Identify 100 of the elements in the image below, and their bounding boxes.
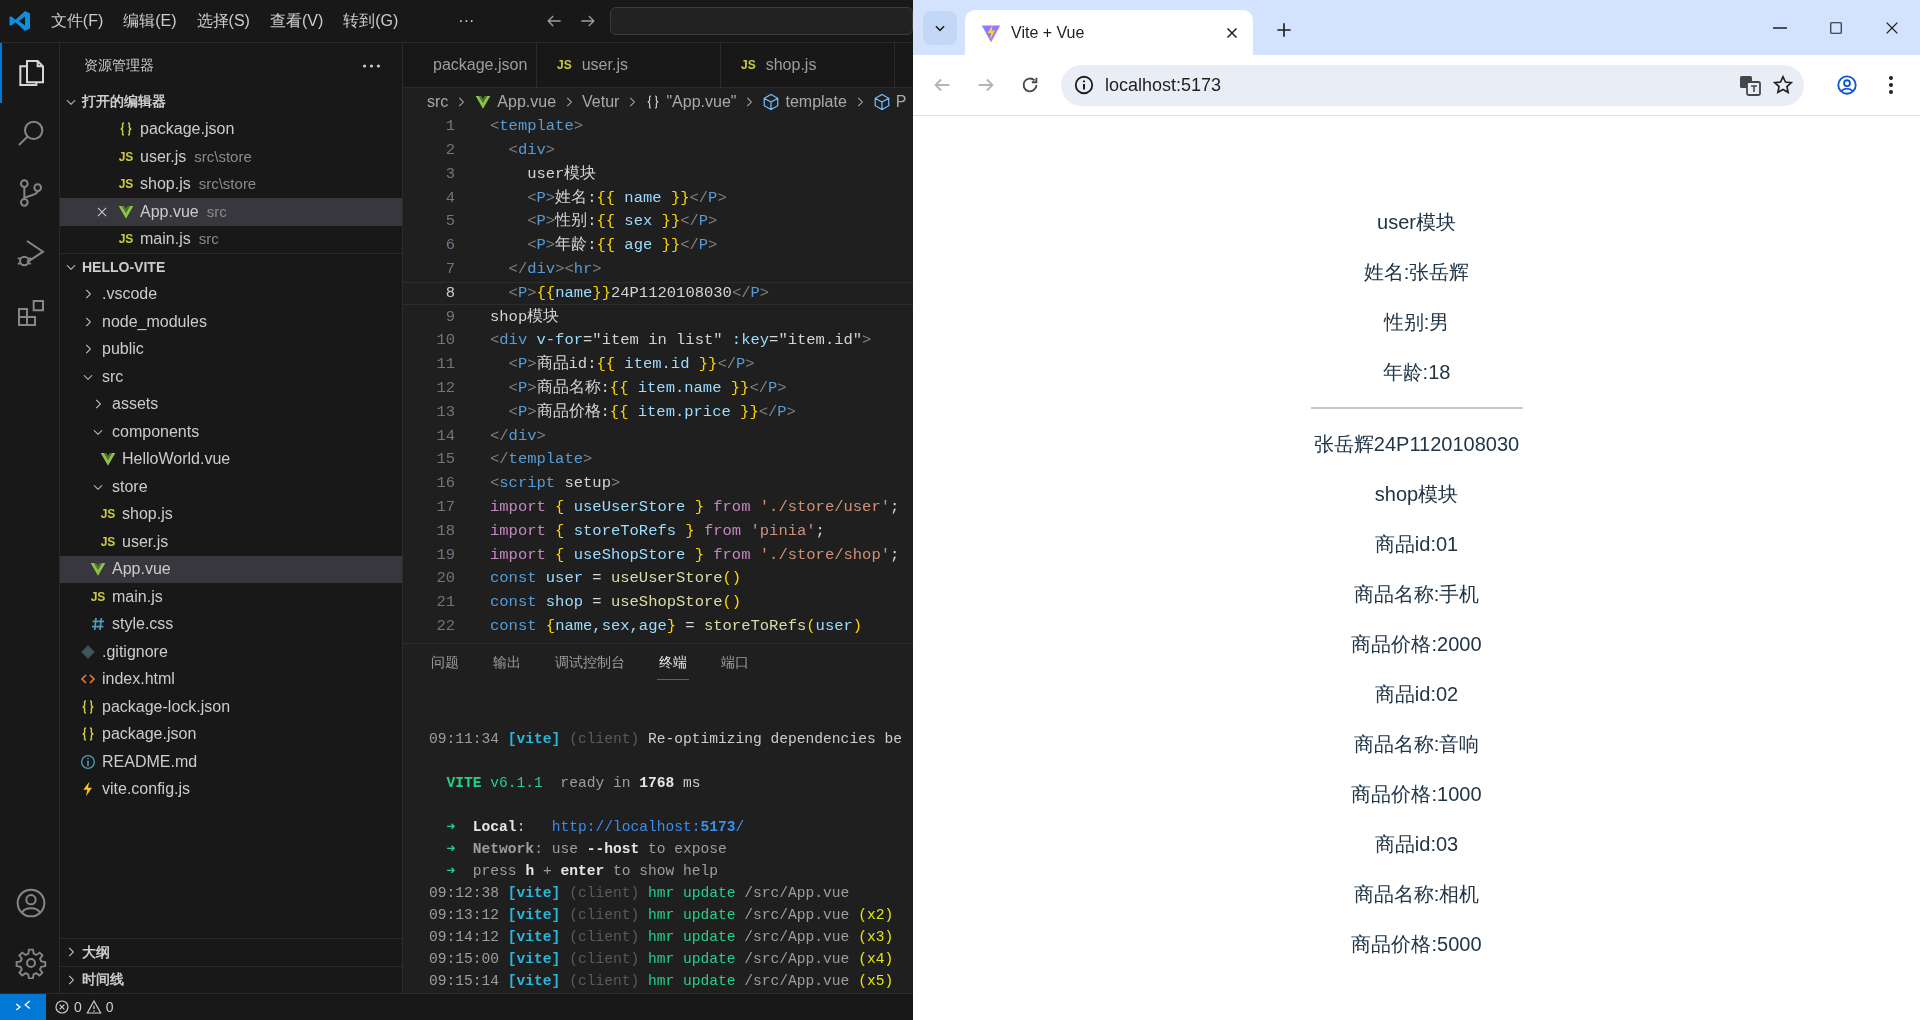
page-text: 商品id:02 [1374,682,1459,707]
tree-item[interactable]: style.css [60,610,402,638]
terminal-line: ➜ Network: use --host to expose [445,840,727,859]
panel-tab[interactable]: 调试控制台 [553,646,627,680]
open-editor-item[interactable]: JS user.js src\store [60,143,402,171]
tree-item[interactable]: package.json [60,720,402,748]
terminal-line: VITE v6.1.1 ready in 1768 ms [445,774,701,793]
tree-item[interactable]: assets [60,390,402,418]
menu-item[interactable]: 文件(F) [40,9,114,33]
tree-item[interactable]: index.html [60,665,402,693]
code-line: user模块 [526,163,597,185]
breadcrumb-item[interactable]: P [872,89,907,114]
open-editor-item[interactable]: App.vue src [60,198,402,226]
terminal-line: 09:11:34 [vite] (client) Re-optimizing dependencies be [429,730,902,749]
tree-item[interactable]: .vscode [60,280,402,308]
settings-icon [14,947,47,979]
js-icon: JS [118,233,134,246]
line-number: 19 [435,544,455,566]
open-editor-item[interactable]: JS shop.js src\store [60,170,402,198]
remote-button[interactable] [0,994,46,1020]
js-icon: JS [90,590,106,603]
code-line: import { storeToRefs } from 'pinia'; [490,520,825,542]
menu-item[interactable]: 查看(V) [259,9,334,33]
open-editor-item[interactable]: JS main.js src [60,225,402,253]
terminal-line: 09:12:38 [vite] (client) hmr update /src/App.vue [429,884,850,903]
line-number: 21 [435,592,455,614]
cube-icon [762,92,781,111]
page-text: user模块 [1377,210,1456,235]
v-icon [99,451,117,468]
terminal-line: 09:13:12 [vite] (client) hmr update /src/App.vue (x2) [429,906,894,925]
menu-item[interactable]: ··· [448,9,485,33]
breadcrumb-item[interactable]: App.vue [474,89,557,114]
menu-item[interactable]: 选择(S) [186,9,260,33]
line-number: 10 [435,330,455,352]
line-number: 12 [435,378,455,400]
open-editor-item[interactable]: package.json [60,115,402,143]
kebab-menu-icon [1889,76,1893,94]
v-icon [89,561,107,578]
tree-item[interactable]: .gitignore [60,638,402,666]
panel-tab[interactable]: 问题 [429,646,461,680]
tree-item[interactable]: README.md [60,748,402,776]
tree-item[interactable]: vite.config.js [60,775,402,803]
tree-item[interactable]: JS shop.js [60,500,402,528]
line-number: 8 [444,282,455,304]
panel-tab[interactable]: 端口 [719,646,751,680]
problems-status[interactable]: 0 0 [54,996,114,1018]
line-number: 7 [444,259,455,281]
menu-item[interactable]: 编辑(E) [113,9,187,33]
section-header[interactable]: HELLO-VITE [60,253,402,281]
section-header[interactable]: 大纲 [60,938,402,966]
code-line: <div v-for="item in list" :key="item.id"> [490,330,872,352]
tree-item[interactable]: package-lock.json [60,693,402,721]
code-line: <div> [507,140,556,162]
terminal-line: 09:15:00 [vite] (client) hmr update /src/App.vue (x4) [429,950,894,969]
tree-item[interactable]: components [60,418,402,446]
browser-tab[interactable]: Vite + Vue [965,10,1253,55]
breadcrumb-item[interactable]: Vetur [582,89,620,114]
line-number: 3 [444,163,455,185]
tree-item[interactable]: JS user.js [60,528,402,556]
search-field[interactable] [610,7,913,35]
panel-tab[interactable]: 输出 [491,646,523,680]
terminal-line: ➜ Local: http://localhost:5173/ [445,818,745,837]
tree-item[interactable]: public [60,335,402,363]
account-icon [14,887,47,919]
hash-icon [90,616,106,633]
code-line: <P>性别:{{ sex }}</P> [526,211,718,233]
code-line: </div><hr> [507,259,602,281]
breadcrumb-item[interactable]: template [762,89,847,114]
code-line: const {name,sex,age} = storeToRefs(user) [490,616,863,637]
menu-item[interactable]: 转到(G) [333,9,409,33]
panel-tab[interactable]: 终端 [657,646,689,680]
page-text: 姓名:张岳辉 [1363,260,1470,285]
tree-item[interactable]: src [60,363,402,391]
tree-item[interactable]: App.vue [60,555,402,583]
info-icon [80,753,96,770]
page-text: 商品名称:手机 [1353,582,1480,607]
plus-icon [1274,20,1294,40]
code-line: <P>姓名:{{ name }}</P> [526,187,727,209]
tree-item[interactable]: HelloWorld.vue [60,445,402,473]
line-number: 16 [435,473,455,495]
line-number: 18 [435,520,455,542]
address-bar[interactable]: localhost:5173 [1061,64,1804,106]
terminal-line: 09:14:12 [vite] (client) hmr update /src/App.vue (x3) [429,928,894,947]
page-text: 性别:男 [1383,310,1450,335]
code-line: </div> [490,425,546,447]
line-number: 20 [435,568,455,590]
tree-item[interactable]: node_modules [60,308,402,336]
code-line: shop模块 [490,306,560,328]
breadcrumb-item[interactable]: src [427,89,449,114]
breadcrumb-item[interactable]: "App.vue" [645,89,737,114]
section-header[interactable]: 打开的编辑器 [60,88,402,116]
cube-icon [872,92,891,111]
line-number: 5 [444,211,455,233]
line-number: 1 [444,116,455,138]
tree-item[interactable]: JS main.js [60,583,402,611]
code-line: <P>商品id:{{ item.id }}</P> [507,353,755,376]
page-text: 商品价格:2000 [1351,632,1482,657]
tree-item[interactable]: store [60,473,402,501]
code-line: <script setup> [490,473,621,495]
terminal-line: ➜ press h + enter to show help [445,862,719,881]
